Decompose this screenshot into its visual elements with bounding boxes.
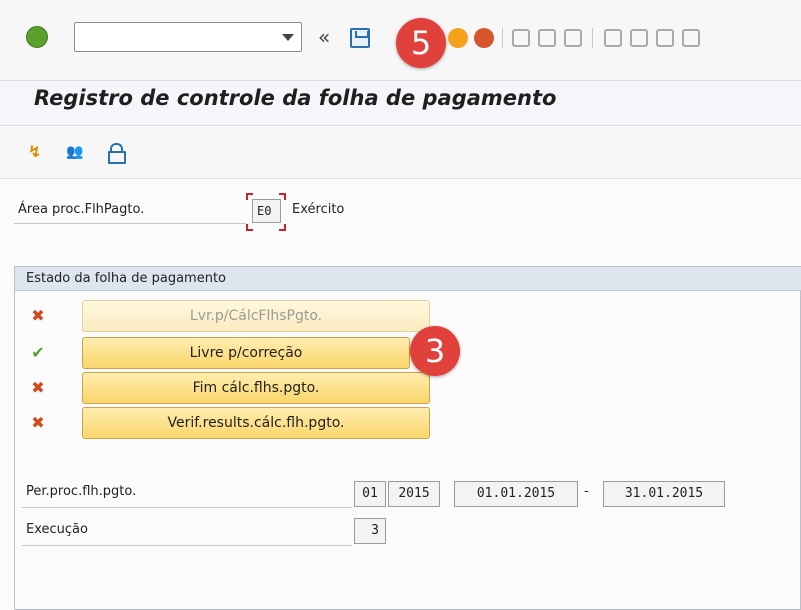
persons-icon[interactable]: 👥 [66, 143, 84, 161]
find-next-icon[interactable] [564, 29, 582, 47]
focus-corner [279, 224, 286, 231]
collapse-icon[interactable]: « [318, 25, 338, 49]
execution-label: Execução [26, 522, 88, 537]
period-year-field: 2015 [388, 481, 440, 507]
previous-page-icon[interactable] [630, 29, 648, 47]
check-icon: ✔ [31, 343, 45, 362]
error-icon: ✖ [31, 378, 45, 397]
status-button-exit-payroll[interactable]: Fim cálc.flhs.pgto. [82, 372, 430, 404]
period-icon[interactable]: ↯ [28, 143, 46, 161]
lock-icon[interactable] [108, 143, 126, 164]
status-button-check-payroll-results[interactable]: Verif.results.cálc.flh.pgto. [82, 407, 430, 439]
focus-corner [246, 224, 253, 231]
next-page-icon[interactable] [656, 29, 674, 47]
chevron-down-icon[interactable] [282, 34, 294, 41]
exit-icon[interactable] [448, 28, 468, 48]
save-icon[interactable] [350, 28, 370, 48]
date-range-dash: - [584, 484, 589, 499]
status-button-released-for-payroll[interactable]: Lvr.p/CálcFlhsPgto. [82, 300, 430, 332]
label-underline [22, 545, 352, 546]
period-start-date-field: 01.01.2015 [454, 481, 578, 507]
first-page-icon[interactable] [604, 29, 622, 47]
find-icon[interactable] [538, 29, 556, 47]
period-end-date-field: 31.01.2015 [603, 481, 725, 507]
period-number-field: 01 [354, 481, 386, 507]
last-page-icon[interactable] [682, 29, 700, 47]
execution-field: 3 [354, 518, 386, 544]
error-icon: ✖ [31, 306, 45, 325]
enter-icon[interactable] [26, 26, 48, 48]
status-button-released-for-correction[interactable]: Livre p/correção [82, 337, 410, 369]
print-icon[interactable] [512, 29, 530, 47]
focus-corner [246, 193, 253, 200]
toolbar-separator [502, 28, 503, 48]
cancel-icon[interactable] [474, 28, 494, 48]
payroll-area-label: Área proc.FlhPagto. [18, 202, 145, 217]
payroll-area-field[interactable]: E0 [252, 199, 281, 223]
payroll-period-label: Per.proc.flh.pgto. [26, 484, 137, 499]
status-group-title: Estado da folha de pagamento [26, 271, 226, 286]
step-badge-3: 3 [410, 326, 460, 376]
toolbar-separator [592, 28, 593, 48]
focus-corner [279, 193, 286, 200]
error-icon: ✖ [31, 413, 45, 432]
step-badge-5: 5 [396, 18, 446, 68]
payroll-area-description: Exército [292, 202, 345, 217]
label-underline [14, 223, 246, 224]
command-field[interactable] [74, 22, 302, 52]
label-underline [22, 507, 352, 508]
page-title: Registro de controle da folha de pagamen… [34, 86, 557, 110]
